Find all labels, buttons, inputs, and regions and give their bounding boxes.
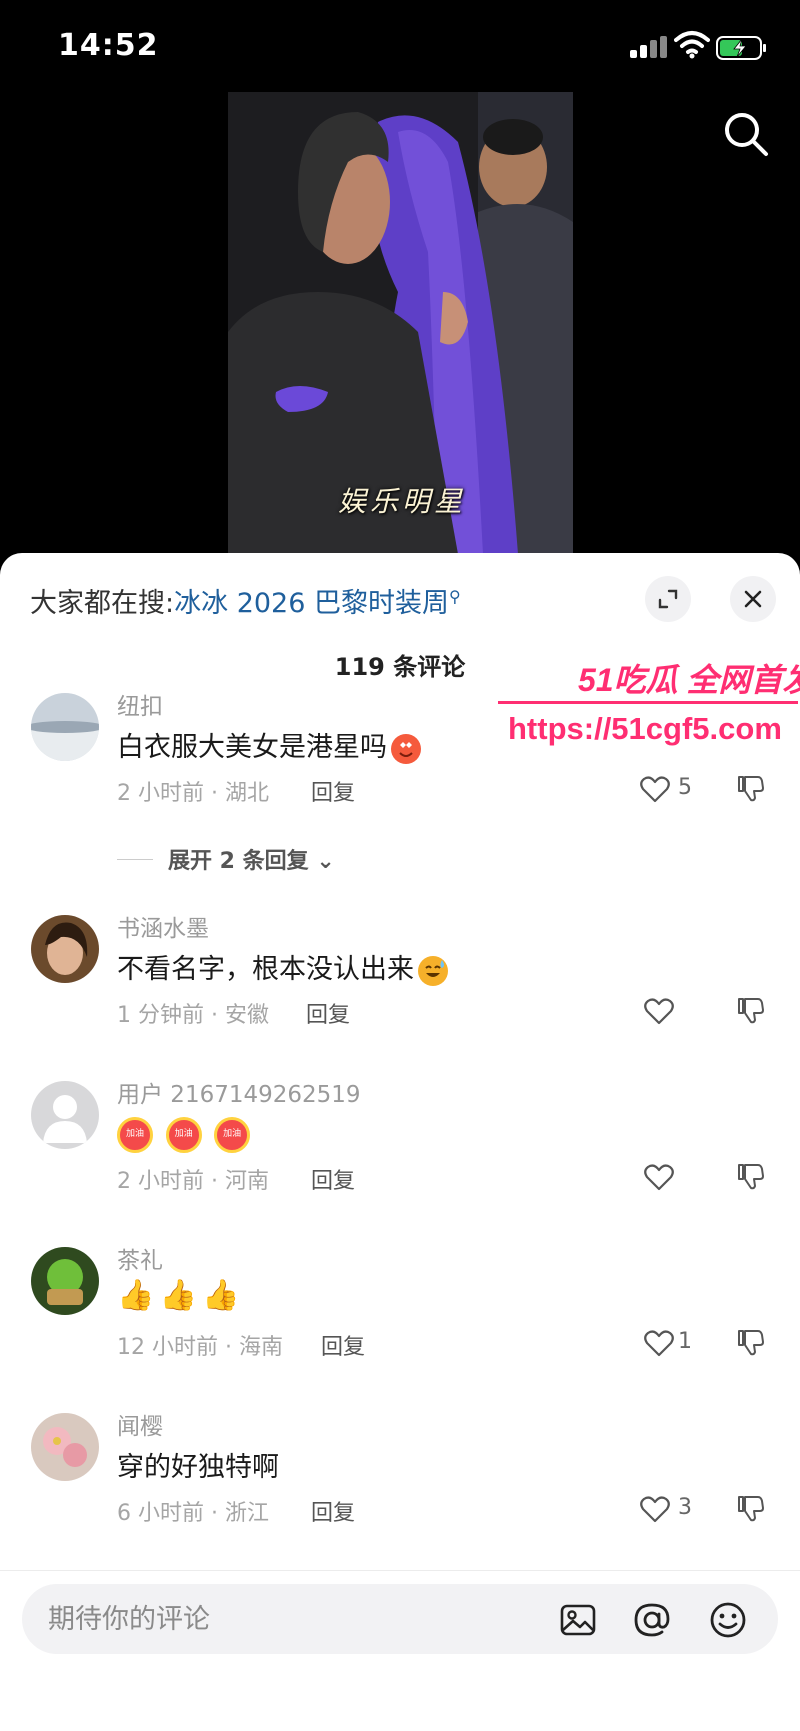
reply-button[interactable]: 回复 <box>311 1163 355 1195</box>
comment-username[interactable]: 茶礼 <box>117 1241 163 1275</box>
like-icon[interactable] <box>640 775 670 803</box>
comment-text-content: 不看名字，根本没认出来 <box>117 954 414 985</box>
reply-button[interactable]: 回复 <box>306 997 350 1029</box>
comment-text-content: 白衣服大美女是港星吗 <box>117 732 387 763</box>
comment-text: 穿的好独特啊 <box>117 1452 279 1483</box>
comment-username[interactable]: 用户 2167149262519 <box>117 1075 361 1109</box>
cheer-sticker-icon: 加油 <box>165 1117 202 1153</box>
dislike-icon[interactable] <box>736 995 766 1025</box>
like-count: 1 <box>678 1329 692 1354</box>
heart-eyes-emoji-icon <box>391 733 421 764</box>
watermark: 51吃瓜 全网首发 https://51cgf5.com <box>498 655 800 755</box>
trending-search[interactable]: 大家都在搜:冰冰 2026 巴黎时装周⚲ <box>30 581 461 620</box>
comment-username[interactable]: 纽扣 <box>117 687 163 721</box>
avatar[interactable] <box>31 693 99 761</box>
divider <box>0 1570 800 1571</box>
small-search-icon: ⚲ <box>449 587 461 606</box>
status-bar: 14:52 <box>0 0 800 92</box>
comment-input[interactable] <box>48 1600 498 1638</box>
comment-stickers: 加油 加油 加油 <box>117 1117 251 1153</box>
reply-button[interactable]: 回复 <box>321 1329 365 1361</box>
comment-time-location: 1 分钟前 · 安徽 <box>117 1003 269 1028</box>
like-icon[interactable] <box>640 1495 670 1523</box>
comment-emojis: 👍 👍 👍 <box>117 1277 240 1313</box>
dislike-icon[interactable] <box>736 1327 766 1357</box>
avatar[interactable] <box>31 1247 99 1315</box>
mention-icon[interactable] <box>632 1600 672 1640</box>
comment-time-location: 12 小时前 · 海南 <box>117 1335 283 1360</box>
search-icon[interactable] <box>722 110 770 158</box>
watermark-title: 51吃瓜 全网首发 <box>578 662 800 698</box>
like-icon[interactable] <box>644 1163 674 1191</box>
thumbs-up-emoji-icon: 👍 <box>202 1277 240 1313</box>
comment-username[interactable]: 书涵水墨 <box>117 909 209 943</box>
reply-button[interactable]: 回复 <box>311 775 355 807</box>
wifi-icon <box>674 31 710 59</box>
like-icon[interactable] <box>644 1329 674 1357</box>
close-icon <box>744 590 762 608</box>
sweat-smile-emoji-icon <box>418 955 448 986</box>
thumbs-up-emoji-icon: 👍 <box>117 1277 155 1313</box>
comment-username[interactable]: 闻樱 <box>117 1407 163 1441</box>
comment-text: 白衣服大美女是港星吗 <box>117 725 421 764</box>
trending-prefix: 大家都在搜: <box>30 588 175 619</box>
watermark-line <box>498 701 798 704</box>
battery-charging-icon <box>716 36 766 60</box>
comment-time-location: 6 小时前 · 浙江 <box>117 1501 269 1526</box>
dislike-icon[interactable] <box>736 773 766 803</box>
cheer-sticker-icon: 加油 <box>214 1117 251 1153</box>
expand-replies-label: 展开 2 条回复 <box>168 849 309 874</box>
chevron-down-icon: ⌄ <box>316 849 335 874</box>
avatar[interactable] <box>31 915 99 983</box>
close-button[interactable] <box>730 576 776 622</box>
reply-button[interactable]: 回复 <box>311 1495 355 1527</box>
like-count: 5 <box>678 775 692 800</box>
comment-input-bar <box>22 1584 778 1654</box>
cheer-sticker-icon: 加油 <box>117 1117 153 1153</box>
expand-icon <box>658 589 678 609</box>
trending-keyword-link[interactable]: 冰冰 2026 巴黎时装周 <box>174 588 449 619</box>
comment-time-location: 2 小时前 · 河南 <box>117 1169 269 1194</box>
avatar[interactable] <box>31 1413 99 1481</box>
image-icon[interactable] <box>558 1600 598 1640</box>
emoji-icon[interactable] <box>708 1600 748 1640</box>
expand-replies-button[interactable]: 展开 2 条回复 ⌄ <box>168 843 335 875</box>
dislike-icon[interactable] <box>736 1493 766 1523</box>
watermark-url: https://51cgf5.com <box>508 711 782 746</box>
dislike-icon[interactable] <box>736 1161 766 1191</box>
video-caption: 娱乐明星 <box>337 485 466 518</box>
expand-button[interactable] <box>645 576 691 622</box>
expand-divider <box>117 859 153 860</box>
thumbs-up-emoji-icon: 👍 <box>159 1277 197 1313</box>
status-time: 14:52 <box>58 28 159 63</box>
comment-text: 不看名字，根本没认出来 <box>117 947 448 986</box>
comment-time-location: 2 小时前 · 湖北 <box>117 781 269 806</box>
like-count: 3 <box>678 1495 692 1520</box>
like-icon[interactable] <box>644 997 674 1025</box>
avatar[interactable] <box>31 1081 99 1149</box>
cellular-signal-icon <box>630 36 668 58</box>
